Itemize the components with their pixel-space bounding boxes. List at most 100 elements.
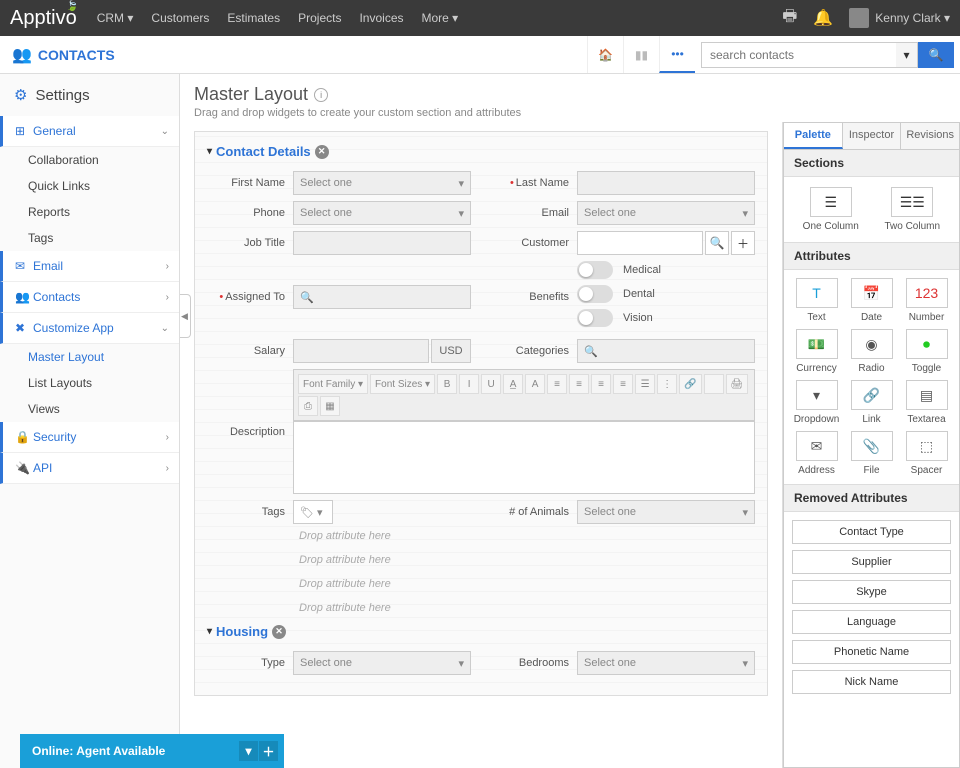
sidebar-item-customize-app[interactable]: ✖Customize App⌄ [0, 313, 179, 344]
rte-button[interactable]: A [525, 374, 545, 394]
palette-attr-radio[interactable]: ◉Radio [847, 329, 896, 374]
select-input[interactable]: Select one [293, 171, 471, 195]
text-input[interactable] [577, 171, 755, 195]
rte-button[interactable]: ≡ [591, 374, 611, 394]
palette-attr-text[interactable]: TText [792, 278, 841, 323]
topnav-item-3[interactable]: Projects [298, 11, 341, 25]
number-input[interactable] [293, 339, 429, 363]
sidebar-sub-reports[interactable]: Reports [0, 199, 179, 225]
palette-attr-dropdown[interactable]: ▾Dropdown [792, 380, 841, 425]
topnav-item-0[interactable]: CRM ▾ [97, 11, 134, 25]
drop-zone[interactable]: Drop attribute here [207, 524, 755, 548]
sidebar-item-security[interactable]: 🔒Security› [0, 422, 179, 453]
sidebar-sub-tags[interactable]: Tags [0, 225, 179, 251]
sidebar-item-api[interactable]: 🔌API› [0, 453, 179, 484]
tab-revisions[interactable]: Revisions [901, 123, 959, 149]
rte-button[interactable]: ⋮ [657, 374, 677, 394]
palette-attr-number[interactable]: 123Number [902, 278, 951, 323]
sidebar-item-email[interactable]: ✉Email› [0, 251, 179, 282]
chat-widget[interactable]: Online: Agent Available ▾ ＋ [20, 734, 284, 768]
add-button[interactable]: ＋ [731, 231, 755, 255]
removed-attr[interactable]: Skype [792, 580, 951, 604]
removed-attr[interactable]: Supplier [792, 550, 951, 574]
palette-attr-file[interactable]: 📎File [847, 431, 896, 476]
sidebar-sub-list-layouts[interactable]: List Layouts [0, 370, 179, 396]
palette-attr-link[interactable]: 🔗Link [847, 380, 896, 425]
search-dropdown[interactable]: ▾ [896, 42, 918, 68]
removed-attr[interactable]: Language [792, 610, 951, 634]
search-input[interactable] [701, 42, 896, 68]
removed-attr[interactable]: Nick Name [792, 670, 951, 694]
select-input[interactable]: Select one [577, 500, 755, 524]
delete-section-icon[interactable]: ✕ [315, 145, 329, 159]
rte-button[interactable]: U [481, 374, 501, 394]
sidebar-item-contacts[interactable]: 👥Contacts› [0, 282, 179, 313]
chat-minimize[interactable]: ▾ [238, 741, 258, 761]
collapse-sidebar-handle[interactable]: ◀ [180, 294, 191, 338]
toggle-switch[interactable] [577, 309, 613, 327]
topnav-item-1[interactable]: Customers [151, 11, 209, 25]
chart-icon[interactable]: ▮▮ [623, 36, 659, 73]
toggle-switch[interactable] [577, 261, 613, 279]
brand-logo[interactable]: Apptivo [10, 7, 77, 30]
sidebar-sub-collaboration[interactable]: Collaboration [0, 147, 179, 173]
palette-attr-toggle[interactable]: ⏺Toggle [902, 329, 951, 374]
toggle-switch[interactable] [577, 285, 613, 303]
rte-button[interactable]: B [437, 374, 457, 394]
select-input[interactable]: Select one [577, 651, 755, 675]
user-menu[interactable]: Kenny Clark ▾ [849, 8, 950, 28]
sidebar-sub-quick-links[interactable]: Quick Links [0, 173, 179, 199]
topnav-item-2[interactable]: Estimates [227, 11, 280, 25]
search-button[interactable]: 🔍 [918, 42, 954, 68]
sidebar-item-general[interactable]: ⊞General⌄ [0, 116, 179, 147]
search-input[interactable] [293, 285, 471, 309]
rte-button[interactable]: 🔗 [679, 374, 701, 394]
rte-button[interactable]: 🖨 [726, 374, 749, 394]
text-input[interactable] [293, 231, 471, 255]
rte-button[interactable] [704, 374, 724, 394]
tab-inspector[interactable]: Inspector [843, 123, 902, 149]
collapse-icon[interactable]: ▾ [207, 146, 212, 157]
sidebar-sub-master-layout[interactable]: Master Layout [0, 344, 179, 370]
select-input[interactable]: Select one [293, 651, 471, 675]
lookup-search-icon[interactable]: 🔍 [705, 231, 729, 255]
search-input[interactable] [577, 339, 755, 363]
rte-button[interactable]: ≡ [569, 374, 589, 394]
select-input[interactable]: Select one [577, 201, 755, 225]
tab-palette[interactable]: Palette [784, 123, 843, 149]
rte-button[interactable]: I [459, 374, 479, 394]
topnav-item-4[interactable]: Invoices [359, 11, 403, 25]
palette-attr-address[interactable]: ✉Address [792, 431, 841, 476]
lookup-input[interactable] [577, 231, 703, 255]
palette-attr-spacer[interactable]: ⬚Spacer [902, 431, 951, 476]
rte-button[interactable]: ⎙ [298, 396, 318, 416]
palette-section[interactable]: ☰One Column [794, 187, 868, 232]
rte-font[interactable]: Font Family ▾ [298, 374, 368, 394]
drop-zone[interactable]: Drop attribute here [207, 596, 755, 620]
info-icon[interactable]: i [314, 88, 328, 102]
rich-text-editor[interactable]: Font Family ▾Font Sizes ▾BIUA̲A≡≡≡≡☰⋮🔗🖨⎙… [293, 369, 755, 494]
rte-button[interactable]: ▦ [320, 396, 340, 416]
rte-size[interactable]: Font Sizes ▾ [370, 374, 435, 394]
select-input[interactable]: Select one [293, 201, 471, 225]
tags-input[interactable]: 🏷 ▾ [293, 500, 333, 524]
delete-section-icon[interactable]: ✕ [272, 625, 286, 639]
rte-button[interactable]: A̲ [503, 374, 523, 394]
rte-button[interactable]: ☰ [635, 374, 655, 394]
palette-attr-date[interactable]: 📅Date [847, 278, 896, 323]
palette-attr-currency[interactable]: 💵Currency [792, 329, 841, 374]
palette-attr-textarea[interactable]: ▤Textarea [902, 380, 951, 425]
rte-button[interactable]: ≡ [547, 374, 567, 394]
rte-button[interactable]: ≡ [613, 374, 633, 394]
chat-expand[interactable]: ＋ [258, 741, 278, 761]
drop-zone[interactable]: Drop attribute here [207, 548, 755, 572]
home-icon[interactable]: 🏠 [587, 36, 623, 73]
sidebar-sub-views[interactable]: Views [0, 396, 179, 422]
print-icon[interactable]: 🖶 [782, 5, 797, 32]
palette-section[interactable]: ☰☰Two Column [876, 187, 950, 232]
removed-attr[interactable]: Contact Type [792, 520, 951, 544]
topnav-item-5[interactable]: More ▾ [422, 11, 459, 25]
more-icon[interactable]: ••• [659, 36, 695, 73]
drop-zone[interactable]: Drop attribute here [207, 572, 755, 596]
removed-attr[interactable]: Phonetic Name [792, 640, 951, 664]
